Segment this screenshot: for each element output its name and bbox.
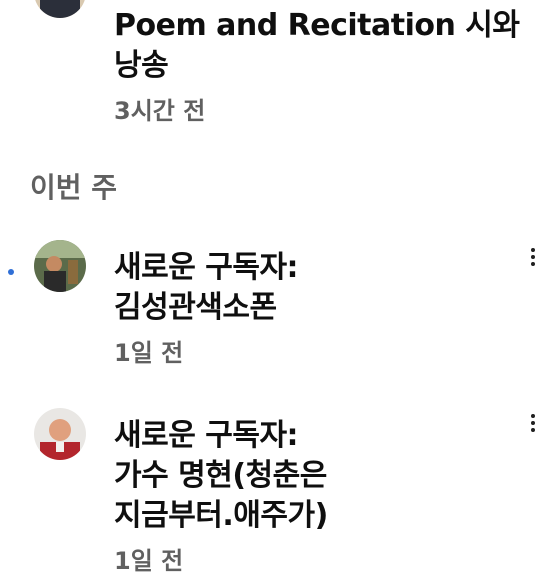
notification-time: 3시간 전 <box>114 97 206 125</box>
notification-title-line2: 가수 명현(청춘은 <box>114 458 327 493</box>
avatar[interactable] <box>34 408 86 460</box>
notification-item[interactable]: 새로운 구독자: 가수 명현(청춘은 지금부터.애주가) 1일 전 <box>0 408 560 575</box>
more-vert-icon[interactable] <box>528 414 538 434</box>
notification-title-line2: 김성관색소폰 <box>114 290 277 325</box>
avatar[interactable] <box>34 0 86 18</box>
unread-dot-icon <box>8 269 14 275</box>
notification-title-line2: 낭송 <box>114 48 169 83</box>
notification-time: 1일 전 <box>114 547 184 575</box>
notification-title: 새로운 구독자: <box>114 418 299 453</box>
notification-item-top[interactable]: Poem and Recitation 시와 낭송 3시간 전 <box>0 0 560 150</box>
notification-title: Poem and Recitation 시와 <box>114 8 520 43</box>
section-header: 이번 주 <box>30 171 118 204</box>
more-vert-icon[interactable] <box>528 248 538 268</box>
notification-time: 1일 전 <box>114 339 184 367</box>
notification-title-line3: 지금부터.애주가) <box>114 498 328 533</box>
avatar[interactable] <box>34 240 86 292</box>
notification-title: 새로운 구독자: <box>114 250 299 285</box>
notification-item[interactable]: 새로운 구독자: 김성관색소폰 1일 전 <box>0 240 560 380</box>
